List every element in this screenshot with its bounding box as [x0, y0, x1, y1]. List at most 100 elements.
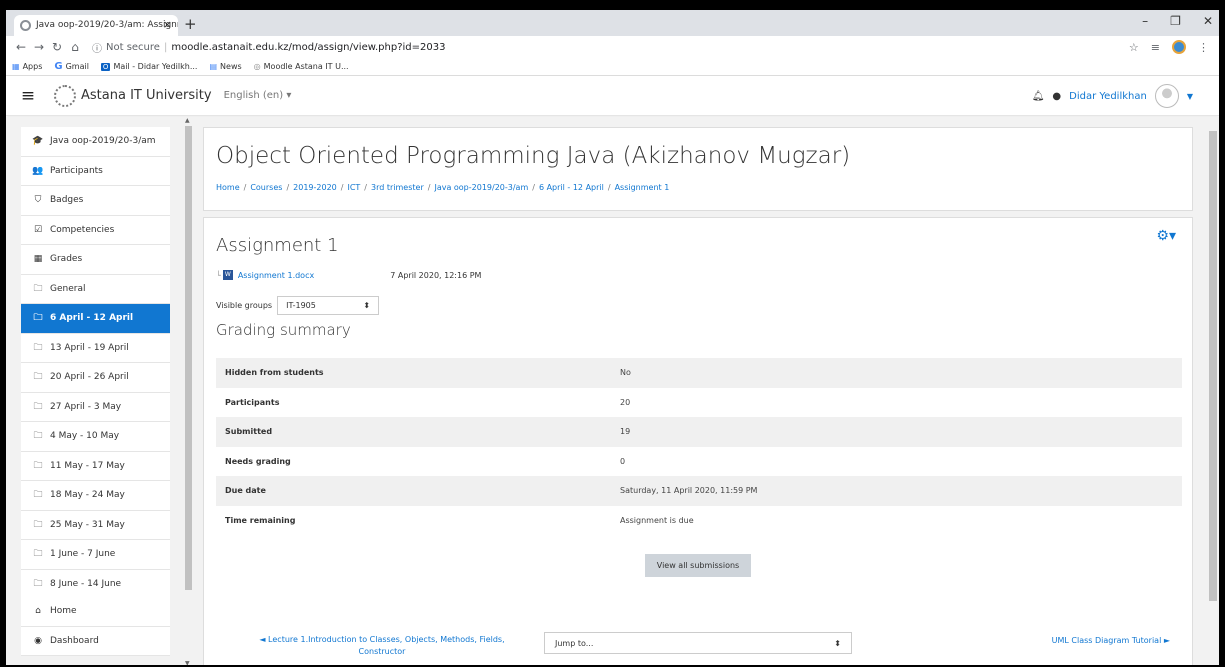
groups-selected-value: IT-1905 — [286, 301, 316, 310]
home-icon: ⌂ — [35, 606, 41, 617]
settings-gear-icon[interactable]: ⚙▾ — [1156, 228, 1176, 244]
breadcrumb-divider: / — [364, 183, 367, 192]
sidebar-item[interactable]: 🗀 4 May - 10 May — [21, 422, 170, 452]
sidebar-item[interactable]: 👥 Participants — [21, 157, 170, 186]
sidebar-item[interactable]: 🗀 20 April - 26 April — [21, 363, 170, 393]
site-name[interactable]: Astana IT University — [81, 88, 212, 103]
table-row: Submitted 19 — [216, 417, 1182, 447]
table-row: Hidden from students No — [216, 358, 1182, 388]
sidebar-item[interactable]: ☑ Competencies — [21, 216, 170, 245]
drawer-scroll-thumb[interactable] — [185, 126, 192, 590]
bookmark-label: Gmail — [65, 62, 89, 71]
bookmark-news[interactable]: ▤ News — [209, 62, 241, 71]
sidebar-item-label: 18 May - 24 May — [50, 490, 125, 501]
select-arrows-icon: ⬍ — [834, 638, 841, 648]
toolbar-right: ☆ ≡ ⋮ — [1129, 40, 1219, 54]
user-menu-caret-icon[interactable]: ▼ — [1187, 92, 1193, 101]
breadcrumb-link[interactable]: 2019-2020 — [293, 183, 337, 192]
bookmarks-bar: ▦ Apps G Gmail O Mail - Didar Yedilkh... ▤ N… — [6, 58, 1219, 76]
attachment-date: 7 April 2020, 12:16 PM — [390, 270, 482, 280]
breadcrumb-link[interactable]: ICT — [347, 183, 360, 192]
news-icon: ▤ — [209, 62, 218, 71]
scroll-down-icon[interactable]: ▼ — [185, 660, 190, 665]
page-scroll-thumb[interactable] — [1209, 131, 1217, 601]
course-nav-group: 🎓 Java oop-2019/20-3/am 👥 Participants ⛉ Badg… — [21, 127, 170, 599]
back-icon[interactable]: ← — [12, 40, 30, 54]
info-icon[interactable]: ⓘ — [92, 40, 102, 55]
sidebar-item[interactable]: 🗀 8 June - 14 June — [21, 570, 170, 599]
attachment-link[interactable]: Assignment 1.docx — [238, 271, 314, 280]
sidebar-item-label: Dashboard — [50, 635, 99, 646]
breadcrumb-link[interactable]: Assignment 1 — [615, 183, 670, 192]
sidebar-item[interactable]: ▦ Grades — [21, 245, 170, 275]
forward-icon[interactable]: → — [30, 40, 48, 54]
sidebar-item[interactable]: 🎓 Java oop-2019/20-3/am — [21, 127, 170, 157]
jump-to-select[interactable]: Jump to... ⬍ — [544, 632, 852, 654]
view-all-submissions-button[interactable]: View all submissions — [645, 554, 751, 577]
sidebar-item-label: 25 May - 31 May — [50, 519, 125, 530]
sidebar-item[interactable]: 🗀 11 May - 17 May — [21, 452, 170, 481]
folder-icon: 🗀 — [33, 431, 43, 442]
sidebar-item-label: 13 April - 19 April — [50, 342, 129, 353]
url-field[interactable]: ⓘ Not secure | moodle.astanait.edu.kz/mo… — [92, 40, 1129, 55]
sidebar-item-label: General — [50, 283, 86, 294]
users-icon: 👥 — [32, 165, 44, 176]
notifications-bell-icon[interactable]: 🔔︎ — [1032, 91, 1045, 102]
bookmark-apps[interactable]: ▦ Apps — [12, 62, 42, 71]
messages-chat-icon[interactable]: ● — [1052, 91, 1061, 102]
breadcrumb-link[interactable]: 6 April - 12 April — [539, 183, 604, 192]
new-tab-button[interactable]: + — [184, 15, 197, 33]
minimize-icon[interactable]: – — [1142, 14, 1148, 28]
bookmark-mail[interactable]: O Mail - Didar Yedilkh... — [100, 62, 197, 71]
scroll-up-icon[interactable]: ▲ — [185, 117, 190, 124]
language-selector[interactable]: English (en) ▾ — [224, 90, 292, 101]
university-logo[interactable] — [54, 84, 76, 107]
bookmark-moodle[interactable]: ◎ Moodle Astana IT U... — [254, 62, 349, 71]
drawer-scrollbar[interactable]: ▲ ▼ — [184, 117, 194, 665]
bookmark-label: Moodle Astana IT U... — [263, 62, 349, 71]
sidebar-item[interactable]: 🗀 1 June - 7 June — [21, 540, 170, 570]
tab-title: Java oop-2019/20-3/am: Assignm — [36, 20, 178, 30]
home-browser-icon[interactable]: ⌂ — [66, 40, 84, 54]
restore-icon[interactable]: ❐ — [1170, 14, 1181, 28]
bookmark-gmail[interactable]: G Gmail — [54, 61, 89, 72]
close-window-icon[interactable]: ✕ — [1203, 14, 1213, 28]
sidebar-item[interactable]: 🗀 27 April - 3 May — [21, 393, 170, 422]
url-text[interactable]: moodle.astanait.edu.kz/mod/assign/view.p… — [171, 42, 445, 53]
row-label: Submitted — [225, 427, 273, 437]
breadcrumb-link[interactable]: Courses — [250, 183, 282, 192]
user-name[interactable]: Didar Yedilkhan — [1069, 91, 1147, 102]
next-activity-link[interactable]: UML Class Diagram Tutorial ► — [1052, 636, 1170, 645]
breadcrumb-link[interactable]: Java oop-2019/20-3/am — [434, 183, 528, 192]
breadcrumb-link[interactable]: 3rd trimester — [371, 183, 424, 192]
sidebar-item[interactable]: 🗀 6 April - 12 April — [21, 304, 170, 334]
sidebar-item-label: 8 June - 14 June — [50, 578, 122, 589]
sidebar-item[interactable]: ⛉ Badges — [21, 186, 170, 216]
reading-list-icon[interactable]: ≡ — [1151, 41, 1160, 54]
folder-icon: 🗀 — [33, 460, 43, 471]
page-scrollbar[interactable] — [1207, 117, 1219, 665]
browser-tab[interactable]: Java oop-2019/20-3/am: Assignm × — [14, 15, 178, 36]
sidebar-item[interactable]: 🗀 13 April - 19 April — [21, 334, 170, 363]
row-value: Saturday, 11 April 2020, 11:59 PM — [620, 486, 758, 496]
sidebar-item[interactable]: 🗀 18 May - 24 May — [21, 481, 170, 511]
assignment-region: ⚙▾ Assignment 1 └ W Assignment 1.docx 7 … — [203, 217, 1193, 665]
reload-icon[interactable]: ↻ — [48, 40, 66, 54]
sidebar-item[interactable]: ⌂ Home — [21, 597, 170, 627]
groups-label: Visible groups — [216, 301, 273, 310]
sidebar-item[interactable]: 🗀 General — [21, 275, 170, 304]
folder-icon: 🗀 — [33, 490, 43, 501]
sidebar-item[interactable]: ◉ Dashboard — [21, 627, 170, 656]
sidebar-item-label: 6 April - 12 April — [50, 313, 134, 324]
sidebar-item[interactable]: 🗀 25 May - 31 May — [21, 511, 170, 540]
breadcrumb-link[interactable]: Home — [216, 183, 240, 192]
groups-select[interactable]: IT-1905 ⬍ — [277, 296, 380, 315]
browser-menu-icon[interactable]: ⋮ — [1198, 41, 1209, 54]
user-avatar[interactable] — [1154, 84, 1179, 108]
tab-close-icon[interactable]: × — [163, 18, 172, 31]
bookmark-star-icon[interactable]: ☆ — [1129, 41, 1139, 54]
profile-avatar[interactable] — [1172, 40, 1186, 54]
previous-activity-link[interactable]: ◄ Lecture 1.Introduction to Classes, Obj… — [240, 634, 524, 658]
hamburger-menu-icon[interactable]: ≡ — [6, 86, 40, 106]
row-label: Hidden from students — [225, 368, 324, 378]
